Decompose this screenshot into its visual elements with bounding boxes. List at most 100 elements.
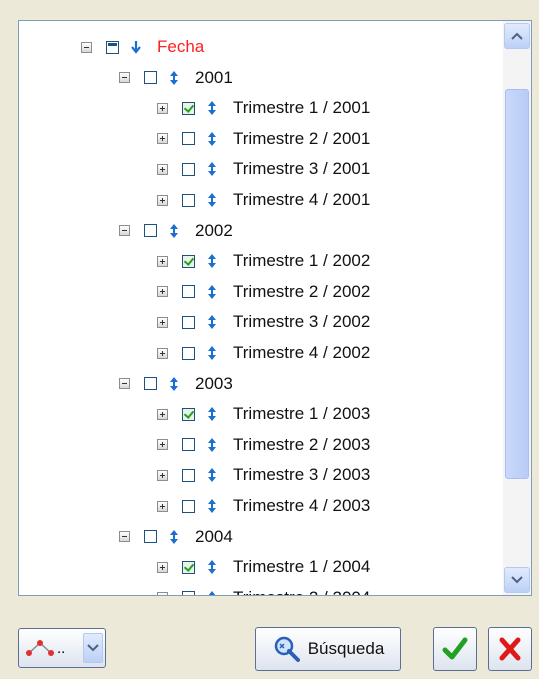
sort-updown-arrow-icon[interactable] (205, 559, 219, 575)
hierarchy-select[interactable]: .. (18, 628, 106, 668)
expand-icon[interactable] (157, 592, 168, 595)
tree-node-label: Trimestre 1 / 2001 (233, 98, 371, 118)
sort-updown-arrow-icon[interactable] (205, 100, 219, 116)
tree-node-quarter[interactable]: Trimestre 2 / 2001 (157, 124, 370, 154)
dropdown-arrow-button[interactable] (83, 633, 103, 663)
tree-node-quarter[interactable]: Trimestre 2 / 2003 (157, 430, 370, 460)
sort-updown-arrow-icon[interactable] (167, 529, 181, 545)
tree-node-label: Trimestre 2 / 2002 (233, 281, 371, 301)
node-checkbox[interactable] (182, 132, 195, 146)
tree-node-year-2003[interactable]: 2003 (119, 369, 233, 399)
node-checkbox[interactable] (144, 224, 157, 238)
node-checkbox[interactable] (106, 40, 119, 54)
sort-updown-arrow-icon[interactable] (167, 70, 181, 86)
expand-icon[interactable] (157, 561, 168, 573)
expand-icon[interactable] (157, 194, 168, 206)
tree-node-quarter[interactable]: Trimestre 1 / 2001 (157, 93, 370, 123)
sort-down-arrow-icon[interactable] (129, 39, 143, 55)
node-checkbox[interactable] (182, 285, 195, 299)
node-checkbox[interactable] (144, 377, 157, 391)
hierarchy-tree-icon (26, 640, 54, 656)
node-checkbox[interactable] (182, 101, 195, 115)
sort-updown-arrow-icon[interactable] (205, 498, 219, 514)
node-checkbox[interactable] (182, 407, 195, 421)
tree-node-label: Trimestre 4 / 2001 (233, 190, 371, 209)
collapse-icon[interactable] (81, 41, 92, 53)
node-checkbox[interactable] (182, 468, 195, 482)
expand-icon[interactable] (157, 102, 168, 114)
tree-node-quarter[interactable]: Trimestre 3 / 2001 (157, 154, 370, 184)
expand-icon[interactable] (157, 163, 168, 175)
scrollbar-thumb[interactable] (505, 89, 529, 479)
tree-node-year-2004[interactable]: 2004 (119, 522, 233, 552)
expand-icon[interactable] (157, 286, 168, 298)
node-checkbox[interactable] (182, 193, 195, 207)
collapse-icon[interactable] (119, 378, 130, 390)
tree-node-year-2002[interactable]: 2002 (119, 216, 233, 246)
expand-icon[interactable] (157, 316, 168, 328)
sort-updown-arrow-icon[interactable] (205, 314, 219, 330)
chevron-down-icon (511, 576, 523, 584)
cancel-button[interactable] (488, 627, 532, 671)
sort-updown-arrow-icon[interactable] (205, 467, 219, 483)
sort-updown-arrow-icon[interactable] (205, 284, 219, 300)
node-checkbox[interactable] (182, 254, 195, 268)
tree-node-quarter[interactable]: Trimestre 1 / 2003 (157, 399, 370, 429)
sort-updown-arrow-icon[interactable] (167, 223, 181, 239)
expand-icon[interactable] (157, 408, 168, 420)
sort-updown-arrow-icon[interactable] (205, 406, 219, 422)
node-checkbox[interactable] (182, 162, 195, 176)
ok-button[interactable] (433, 627, 477, 671)
sort-updown-arrow-icon[interactable] (205, 253, 219, 269)
expand-icon[interactable] (157, 255, 168, 267)
node-checkbox[interactable] (182, 315, 195, 329)
vertical-scrollbar[interactable] (503, 21, 531, 595)
tree-node-quarter[interactable]: Trimestre 2 / 2004 (157, 583, 370, 595)
node-checkbox[interactable] (144, 530, 157, 544)
tree-node-label: 2002 (195, 220, 233, 240)
sort-updown-arrow-icon[interactable] (205, 131, 219, 147)
tree-node-label: Trimestre 1 / 2004 (233, 557, 371, 577)
expand-icon[interactable] (157, 469, 168, 481)
tree-node-label: Trimestre 2 / 2003 (233, 434, 371, 454)
expand-icon[interactable] (157, 133, 168, 145)
scroll-up-button[interactable] (504, 23, 530, 49)
node-checkbox[interactable] (144, 71, 157, 85)
tree-node-label: 2001 (195, 67, 233, 87)
tree-node-quarter[interactable]: Trimestre 3 / 2002 (157, 307, 370, 337)
tree-node-quarter[interactable]: Trimestre 4 / 2002 (157, 338, 370, 368)
node-checkbox[interactable] (182, 346, 195, 360)
node-checkbox[interactable] (182, 560, 195, 574)
sort-updown-arrow-icon[interactable] (205, 161, 219, 177)
tree-node-quarter[interactable]: Trimestre 1 / 2002 (157, 246, 370, 276)
collapse-icon[interactable] (119, 225, 130, 237)
expand-icon[interactable] (157, 347, 168, 359)
cancel-x-icon (499, 637, 521, 661)
scroll-down-button[interactable] (504, 567, 530, 593)
node-checkbox[interactable] (182, 438, 195, 452)
chevron-up-icon (511, 32, 523, 40)
expand-icon[interactable] (157, 500, 168, 512)
search-icon (274, 636, 300, 662)
collapse-icon[interactable] (119, 72, 130, 84)
tree-node-quarter[interactable]: Trimestre 4 / 2003 (157, 491, 370, 521)
sort-updown-arrow-icon[interactable] (205, 192, 219, 208)
search-button[interactable]: Búsqueda (255, 627, 401, 671)
sort-updown-arrow-icon[interactable] (205, 590, 219, 595)
sort-updown-arrow-icon[interactable] (205, 437, 219, 453)
tree-node-quarter[interactable]: Trimestre 1 / 2004 (157, 552, 370, 582)
tree-node-quarter[interactable]: Trimestre 4 / 2001 (157, 185, 370, 215)
node-checkbox[interactable] (182, 499, 195, 513)
sort-updown-arrow-icon[interactable] (167, 376, 181, 392)
checkmark-icon (442, 637, 468, 660)
tree-node-quarter[interactable]: Trimestre 3 / 2003 (157, 460, 370, 490)
tree-node-root[interactable]: Fecha (81, 32, 204, 62)
expand-icon[interactable] (157, 439, 168, 451)
tree-node-quarter[interactable]: Trimestre 2 / 2002 (157, 277, 370, 307)
tree-node-year-2001[interactable]: 2001 (119, 63, 233, 93)
collapse-icon[interactable] (119, 531, 130, 543)
sort-updown-arrow-icon[interactable] (205, 345, 219, 361)
member-tree-panel: Fecha 2001 Trimestre 1 / 2001 Trimestre 2 /… (18, 20, 532, 596)
node-checkbox[interactable] (182, 591, 195, 595)
member-tree: Fecha 2001 Trimestre 1 / 2001 Trimestre 2 /… (19, 21, 501, 595)
